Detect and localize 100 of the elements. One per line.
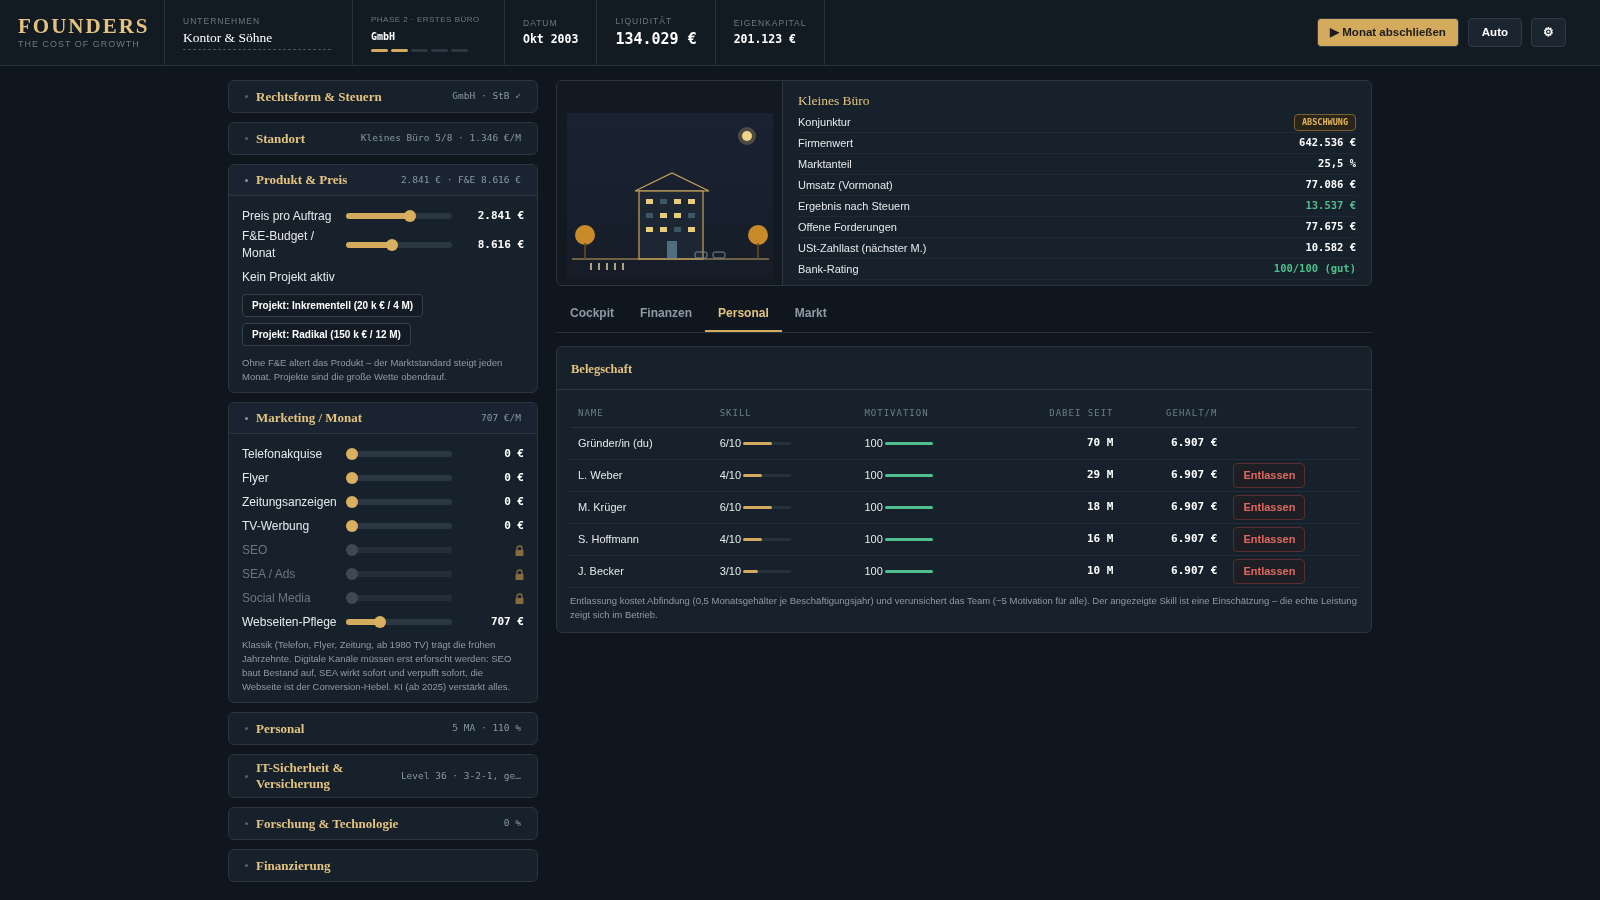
tab[interactable]: Finanzen xyxy=(627,297,706,332)
slider-value: 0 € xyxy=(504,517,524,534)
section-summary: Kleines Büro 5/8 · 1.346 €/M xyxy=(360,131,521,146)
slider-thumb[interactable] xyxy=(386,239,399,251)
row-label: Offene Forderungen xyxy=(798,220,897,235)
table-cell: 6.907 € xyxy=(1121,491,1226,523)
accordion-header[interactable]: IT-Sicherheit & Versicherung Level 36 · 3-2-1, ge… xyxy=(229,755,537,797)
slider-thumb[interactable] xyxy=(346,496,358,508)
lock-icon xyxy=(515,592,524,604)
dismiss-button[interactable]: Entlassen xyxy=(1233,495,1306,520)
skill-score: 3/10 xyxy=(719,563,742,579)
bullet-icon xyxy=(245,727,248,730)
row-value: 13.537 € xyxy=(1305,198,1356,214)
dismiss-button[interactable]: Entlassen xyxy=(1233,559,1306,584)
stat-value: Okt 2003 xyxy=(523,31,579,49)
row-label: Marktanteil xyxy=(798,157,852,172)
phase-value: GmbH xyxy=(371,29,397,44)
slider[interactable] xyxy=(346,520,452,532)
section-title: IT-Sicherheit & Versicherung xyxy=(256,760,345,792)
staff-note: Entlassung kostet Abfindung (0,5 Monatsgehälter je Beschäftigungsjahr) und verunsichert das Team (−5 Motivation für alle). Der angezeigte Skill ist eine Einschätzung – die echte Leistung zeigt sich im Betrieb. xyxy=(570,593,1358,622)
field-label: UNTERNEHMEN xyxy=(183,15,262,28)
table-cell: J. Becker xyxy=(570,555,712,587)
table-cell: 6.907 € xyxy=(1121,459,1226,491)
slider-value: 707 € xyxy=(490,613,524,630)
section-summary: 2.841 € · F&E 8.616 € xyxy=(400,172,521,187)
section-title: Marketing / Monat xyxy=(256,410,363,426)
slider[interactable] xyxy=(346,239,452,251)
slider[interactable] xyxy=(346,616,452,628)
dismiss-button[interactable]: Entlassen xyxy=(1233,463,1306,488)
slider[interactable] xyxy=(346,544,452,556)
slider-thumb[interactable] xyxy=(346,472,358,484)
company-name-field[interactable]: Kontor & Söhne xyxy=(183,27,331,50)
accordion-header[interactable]: Marketing / Monat 707 €/M xyxy=(229,403,537,434)
table-cell: Gründer/in (du) xyxy=(570,427,712,459)
slider[interactable] xyxy=(346,496,452,508)
tab[interactable]: Cockpit xyxy=(557,297,627,332)
slider-label: TV-Werbung xyxy=(242,517,311,535)
slider[interactable] xyxy=(346,568,452,580)
slider-label: Flyer xyxy=(242,469,270,487)
slider-label: SEO xyxy=(242,541,269,559)
accordion-header[interactable]: Finanzierung xyxy=(229,850,537,881)
skill-score: 4/10 xyxy=(719,467,742,483)
motivation-score: 100 xyxy=(864,467,883,483)
section-summary: GmbH · StB ✓ xyxy=(452,89,521,104)
slider[interactable] xyxy=(346,472,452,484)
slider-thumb[interactable] xyxy=(404,210,417,222)
row-label: Umsatz (Vormonat) xyxy=(798,178,893,193)
row-label: Konjunktur xyxy=(798,115,851,130)
slider-label: Preis pro Auftrag xyxy=(242,207,333,225)
tab[interactable]: Personal xyxy=(705,297,782,332)
slider-thumb[interactable] xyxy=(346,448,358,460)
section-summary: Level 36 · 3-2-1, ge… xyxy=(400,768,521,783)
skill-score: 6/10 xyxy=(719,499,742,515)
row-value: 25,5 % xyxy=(1318,156,1356,172)
slider-thumb[interactable] xyxy=(374,616,387,628)
app-tagline: THE COST OF GROWTH xyxy=(18,37,141,51)
table-cell: 70 M xyxy=(1019,427,1122,459)
project-button[interactable]: Projekt: Inkrementell (20 k € / 4 M) xyxy=(242,294,424,317)
bullet-icon xyxy=(245,416,248,420)
slider-thumb[interactable] xyxy=(346,568,358,580)
lock-icon xyxy=(515,568,524,580)
slider[interactable] xyxy=(346,448,452,460)
slider-thumb[interactable] xyxy=(346,592,358,604)
bullet-icon xyxy=(245,137,248,140)
stat-label: EIGENKAPITAL xyxy=(733,16,807,30)
slider-value: 8.616 € xyxy=(477,236,524,253)
slider[interactable] xyxy=(346,592,452,604)
table-cell: S. Hoffmann xyxy=(570,523,712,555)
table-cell: 29 M xyxy=(1019,459,1122,491)
slider[interactable] xyxy=(346,210,452,222)
table-cell: 6.907 € xyxy=(1121,523,1226,555)
section-title: Produkt & Preis xyxy=(256,172,348,188)
project-status: Kein Projekt aktiv xyxy=(242,269,336,286)
slider-thumb[interactable] xyxy=(346,544,358,556)
column-header: MOTIVATION xyxy=(856,401,1020,427)
section-title: Standort xyxy=(256,130,306,147)
tab[interactable]: Markt xyxy=(781,297,840,332)
section-title: Forschung & Technologie xyxy=(256,815,399,832)
accordion-header[interactable]: Forschung & Technologie 0 % xyxy=(229,808,537,839)
app-logo: FOUNDERS xyxy=(18,13,151,38)
stat-value: 134.029 € xyxy=(615,28,697,50)
project-button[interactable]: Projekt: Radikal (150 k € / 12 M) xyxy=(242,323,411,346)
row-value: 77.086 € xyxy=(1305,177,1356,193)
finish-month-button[interactable]: ▶ Monat abschließen xyxy=(1317,18,1459,47)
slider-thumb[interactable] xyxy=(346,520,358,532)
accordion-header[interactable]: Produkt & Preis 2.841 € · F&E 8.616 € xyxy=(229,165,537,196)
settings-button[interactable]: ⚙ xyxy=(1531,18,1566,47)
auto-button[interactable]: Auto xyxy=(1467,18,1522,47)
dismiss-button[interactable]: Entlassen xyxy=(1233,527,1306,552)
accordion-header[interactable]: Rechtsform & Steuern GmbH · StB ✓ xyxy=(229,81,537,112)
row-value: 642.536 € xyxy=(1299,135,1356,151)
motivation-score: 100 xyxy=(864,435,883,451)
slider-label: Social Media xyxy=(242,589,312,607)
accordion-header[interactable]: Standort Kleines Büro 5/8 · 1.346 €/M xyxy=(229,123,537,154)
row-label: Firmenwert xyxy=(798,136,853,151)
column-header: GEHALT/M xyxy=(1121,401,1226,427)
slider-label: F&E-Budget / Monat xyxy=(242,228,316,262)
stat-label: LIQUIDITÄT xyxy=(615,14,674,28)
motivation-score: 100 xyxy=(864,499,883,515)
accordion-header[interactable]: Personal 5 MA · 110 % xyxy=(229,713,537,744)
